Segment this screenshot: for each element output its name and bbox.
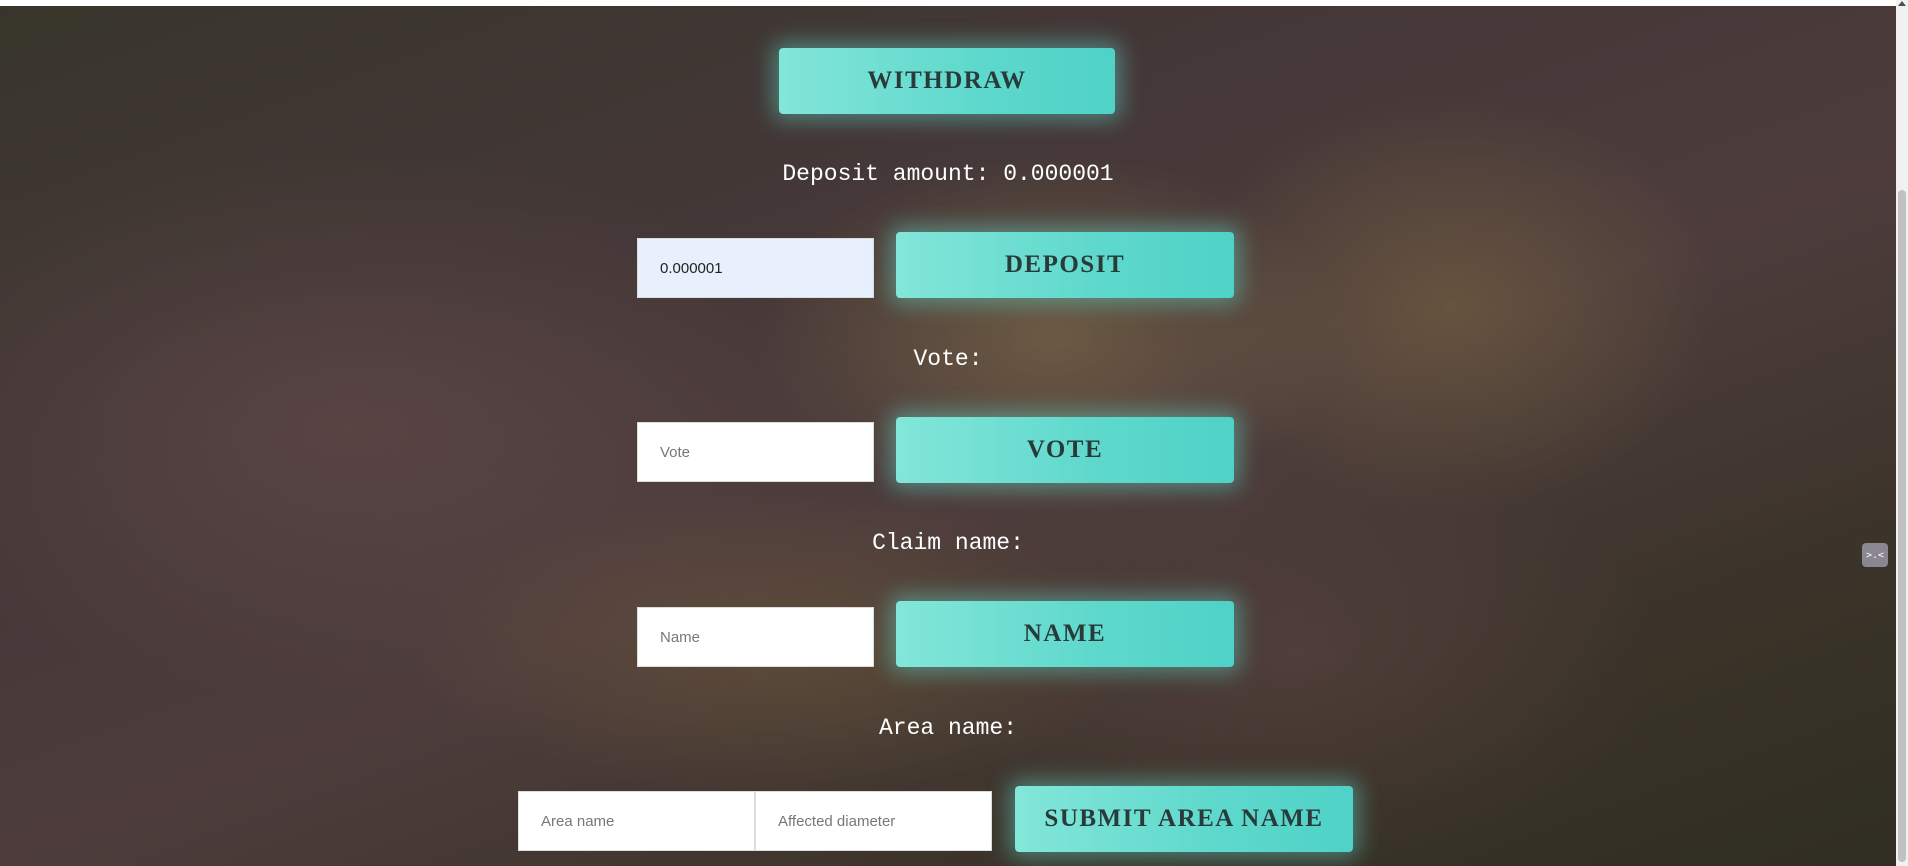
background-photo: WITHDRAW Deposit amount: 0.000001 DEPOSI…: [0, 6, 1896, 866]
withdraw-button[interactable]: WITHDRAW: [779, 48, 1115, 114]
main-content: WITHDRAW Deposit amount: 0.000001 DEPOSI…: [0, 6, 1896, 866]
scrollbar-thumb[interactable]: [1898, 190, 1906, 862]
claim-name-heading: Claim name:: [872, 530, 1024, 556]
area-name-input[interactable]: [518, 791, 755, 851]
collapse-arrows-icon[interactable]: >.<: [1862, 543, 1888, 567]
deposit-button[interactable]: DEPOSIT: [896, 232, 1234, 298]
affected-diameter-input[interactable]: [755, 791, 992, 851]
area-name-heading: Area name:: [878, 715, 1018, 741]
claim-name-input[interactable]: [637, 607, 874, 667]
name-button[interactable]: NAME: [896, 601, 1234, 667]
deposit-input[interactable]: [637, 238, 874, 298]
vote-input[interactable]: [637, 422, 874, 482]
deposit-amount-text: Deposit amount: 0.000001: [782, 161, 1114, 187]
scroll-up-arrow-icon[interactable]: [1898, 1, 1906, 6]
vote-heading: Vote:: [913, 346, 983, 372]
submit-area-name-button[interactable]: SUBMIT AREA NAME: [1015, 786, 1353, 852]
vertical-scrollbar[interactable]: [1896, 0, 1908, 866]
vote-button[interactable]: VOTE: [896, 417, 1234, 483]
